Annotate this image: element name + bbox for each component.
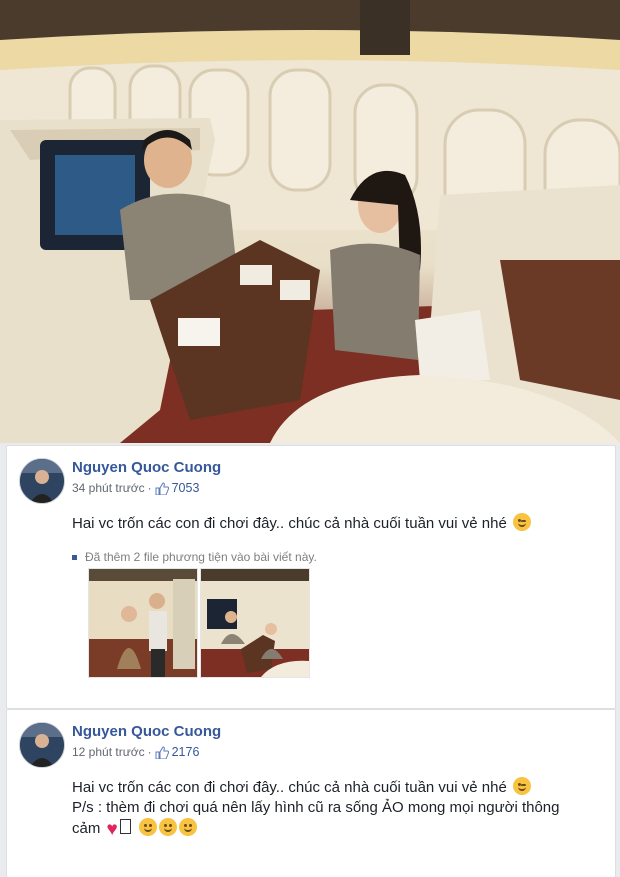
avatar[interactable] [19, 722, 65, 768]
missing-glyph-icon [119, 819, 131, 834]
post-message-line-2: P/s : thèm đi chơi quá nên lấy hình cũ r… [72, 799, 560, 816]
photo-thumbnail[interactable] [88, 568, 198, 678]
laugh-emoji-icon [158, 818, 177, 836]
wink-emoji-icon [512, 777, 531, 795]
attachment-note: Đã thêm 2 file phương tiện vào bài viết … [72, 550, 317, 564]
avatar[interactable] [19, 458, 65, 504]
facebook-feed: Nguyen Quoc Cuong 34 phút trước · 7053 H… [0, 443, 620, 877]
post-text: Hai vc trốn các con đi chơi đây.. chúc c… [72, 513, 592, 534]
post-card: Nguyen Quoc Cuong 34 phút trước · 7053 H… [6, 445, 616, 709]
post-photo [0, 0, 620, 443]
post-time[interactable]: 34 phút trước [72, 481, 145, 495]
like-icon[interactable] [155, 481, 169, 495]
bullet-icon [72, 554, 77, 560]
photo-thumbnail[interactable] [200, 568, 310, 678]
post-meta: 12 phút trước · 2176 [72, 745, 199, 759]
post-message: Hai vc trốn các con đi chơi đây.. chúc c… [72, 515, 507, 532]
post-meta: 34 phút trước · 7053 [72, 481, 199, 495]
post-message: Hai vc trốn các con đi chơi đây.. chúc c… [72, 779, 507, 796]
cabin-photo-illustration [0, 0, 620, 443]
wink-emoji-icon [512, 513, 531, 531]
post-message-line-3: cảm [72, 820, 101, 837]
author-name[interactable]: Nguyen Quoc Cuong [72, 459, 221, 476]
rofl-emoji-icon [178, 818, 197, 836]
heart-emoji-icon: ♥ [106, 819, 118, 840]
post-time[interactable]: 12 phút trước [72, 745, 145, 759]
post-card: Nguyen Quoc Cuong 12 phút trước · 2176 H… [6, 709, 616, 877]
like-count[interactable]: 2176 [172, 745, 200, 759]
author-name[interactable]: Nguyen Quoc Cuong [72, 723, 221, 740]
like-icon[interactable] [155, 745, 169, 759]
meta-separator: · [147, 745, 152, 759]
like-count[interactable]: 7053 [172, 481, 200, 495]
meta-separator: · [147, 481, 152, 495]
grin-emoji-icon [138, 818, 157, 836]
post-text: Hai vc trốn các con đi chơi đây.. chúc c… [72, 777, 592, 840]
attachment-note-text: Đã thêm 2 file phương tiện vào bài viết … [85, 550, 317, 564]
